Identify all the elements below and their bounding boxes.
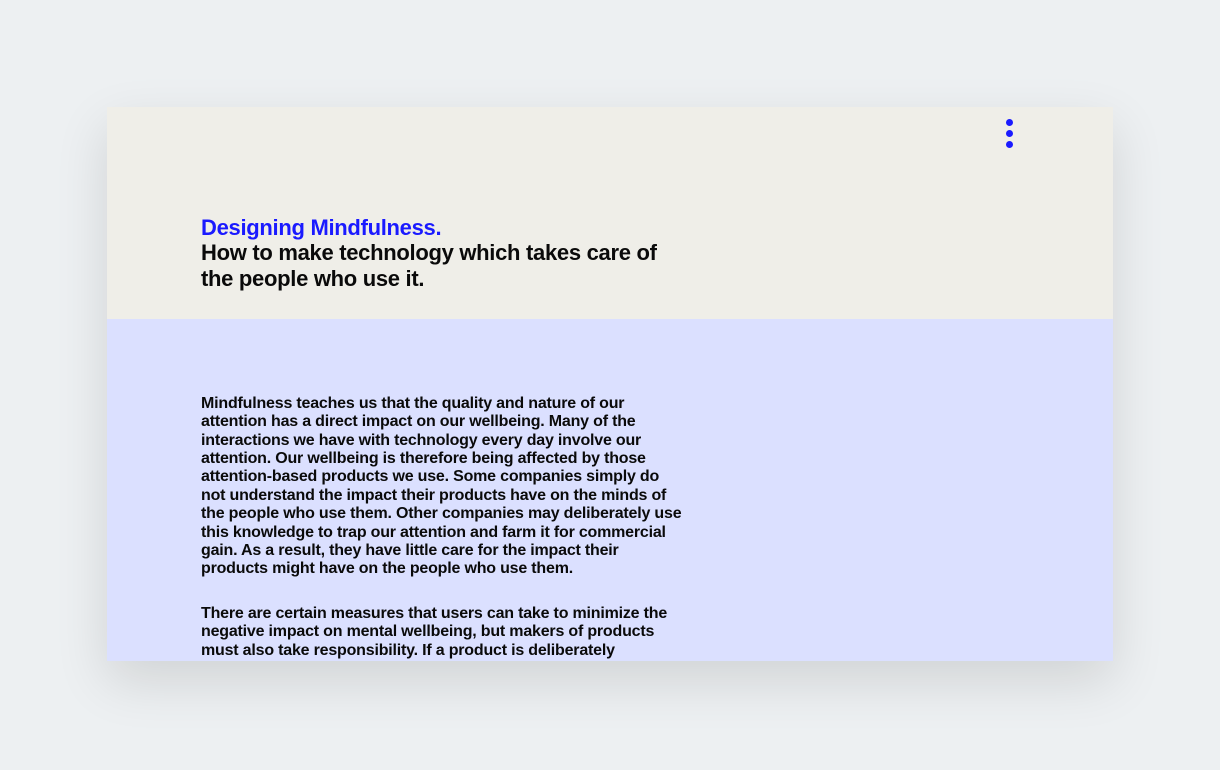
page-title-accent: Designing Mindfulness. <box>201 215 667 240</box>
page-title-subtitle: How to make technology which takes care … <box>201 240 667 291</box>
more-vertical-icon <box>1006 141 1013 148</box>
document-card: Designing Mindfulness. How to make techn… <box>107 107 1113 661</box>
more-vertical-icon <box>1006 119 1013 126</box>
body-paragraph: There are certain measures that users ca… <box>201 605 686 661</box>
more-menu-button[interactable] <box>993 117 1025 149</box>
body-paragraph: Mindfulness teaches us that the quality … <box>201 395 686 579</box>
body-section: Mindfulness teaches us that the quality … <box>107 319 1113 661</box>
more-vertical-icon <box>1006 130 1013 137</box>
header-section: Designing Mindfulness. How to make techn… <box>107 107 667 319</box>
body-text: Mindfulness teaches us that the quality … <box>201 395 686 661</box>
